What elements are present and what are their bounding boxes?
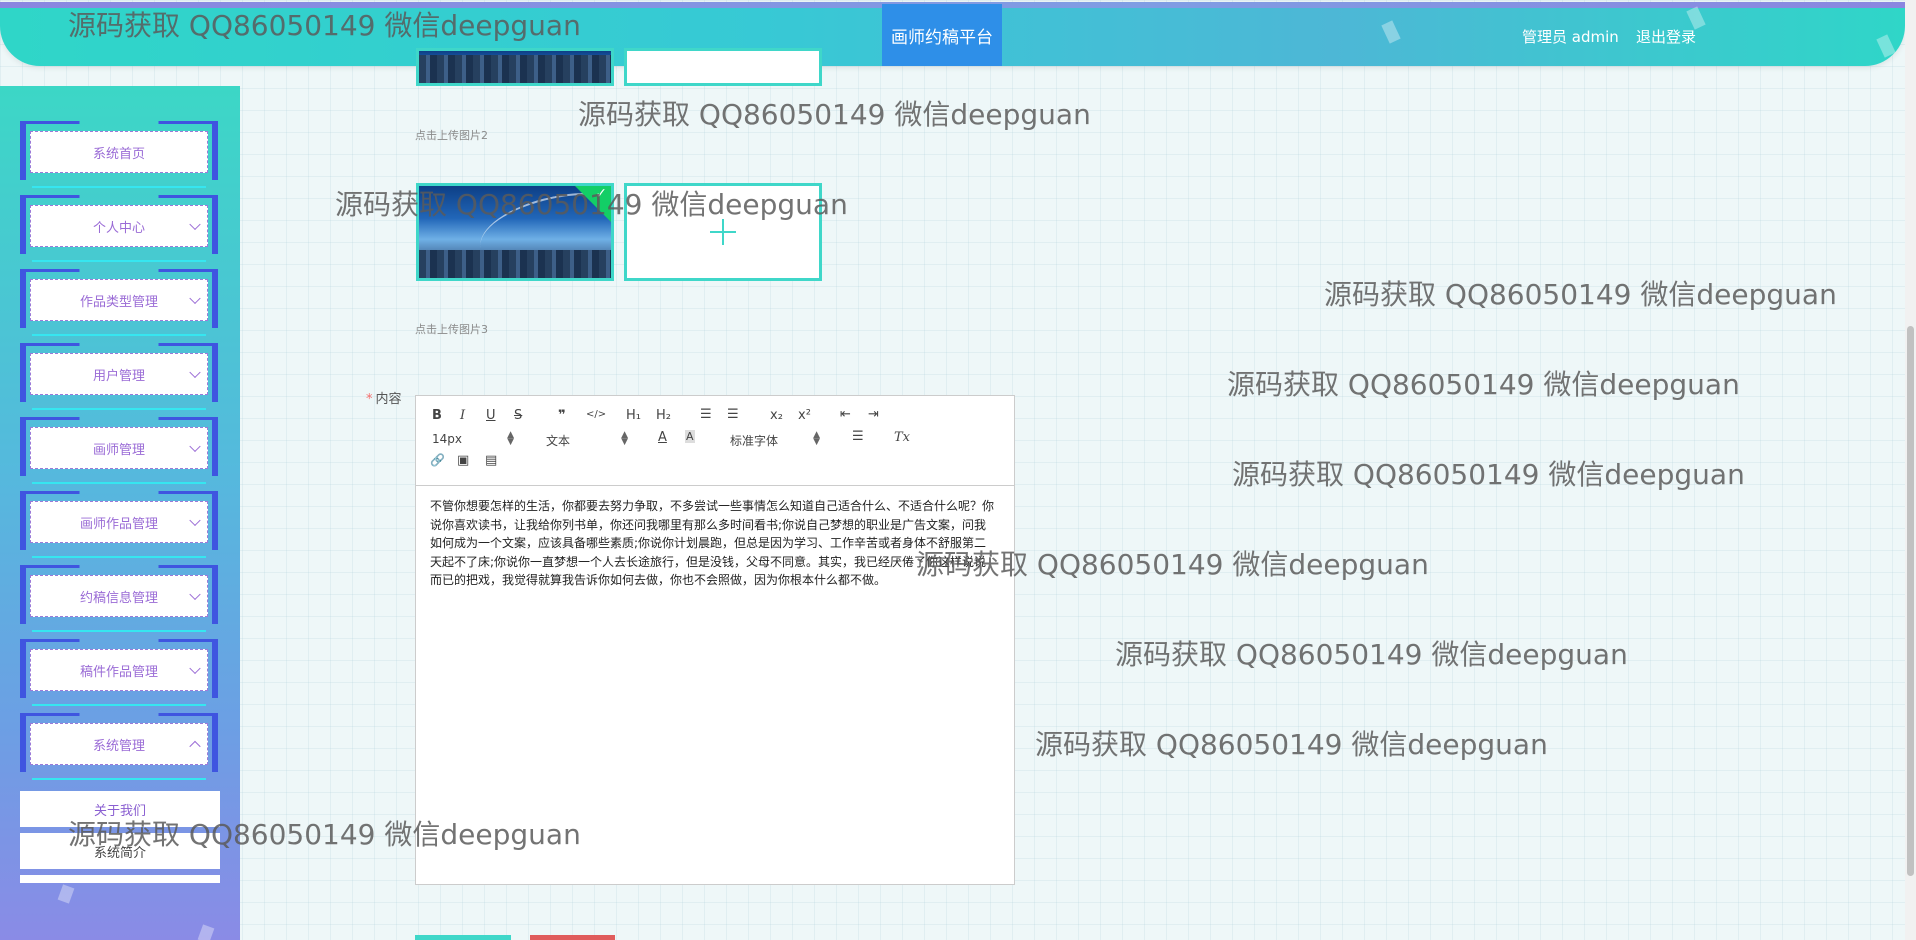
select-arrow-icon: ▲ ▼ [507,430,514,447]
editor-toolbar: B I U S ❞ </> H₁ H₂ ☰ ☰ x₂ x² ⇤ ⇥ 14px ▲… [416,396,1014,486]
upload-image-3-button[interactable] [624,183,822,281]
bullet-list-button[interactable]: ☰ [727,407,739,422]
submenu-item-about-us[interactable]: 关于我们 [20,791,220,827]
sidebar-item-personal-center[interactable]: 个人中心 [20,195,218,262]
select-arrow-icon: ▲ ▼ [621,430,628,447]
thumbnail-image-detail [419,55,611,83]
upload-image-2-hint: 点击上传图片2 [415,129,488,142]
upload-image-2-button[interactable] [624,48,822,86]
required-asterisk: * [366,392,373,407]
rich-text-editor: B I U S ❞ </> H₁ H₂ ☰ ☰ x₂ x² ⇤ ⇥ 14px ▲… [415,395,1015,885]
sidebar-decoration [197,924,215,940]
sidebar-item-painters[interactable]: 画师管理 [20,417,218,484]
chevron-down-icon [189,514,201,527]
watermark-text: 源码获取 QQ86050149 微信deepguan [1324,278,1837,311]
watermark-text: 源码获取 QQ86050149 微信deepguan [1035,728,1548,761]
outdent-button[interactable]: ⇤ [840,407,851,422]
submenu-item-label: 系统简介 [93,845,146,861]
submit-button[interactable] [415,935,511,940]
italic-button[interactable]: I [460,408,465,423]
background-color-button[interactable]: A [685,430,695,443]
sidebar-item-label: 个人中心 [92,220,145,236]
select-arrow-icon: ▲ ▼ [813,430,820,447]
chevron-down-icon [189,218,201,231]
align-button[interactable]: ☰ [852,429,864,444]
sidebar-item-label: 系统管理 [92,738,145,754]
thumbnail-image-detail [419,250,611,278]
sidebar-item-label: 稿件作品管理 [79,664,158,680]
chevron-down-icon [189,440,201,453]
indent-button[interactable]: ⇥ [868,407,879,422]
sidebar-item-label: 约稿信息管理 [79,590,158,606]
superscript-button[interactable]: x² [798,408,811,423]
video-icon[interactable]: ▤ [485,453,497,468]
sidebar-item-users[interactable]: 用户管理 [20,343,218,410]
watermark-text: 源码获取 QQ86050149 微信deepguan [1232,458,1745,491]
sidebar-item-home[interactable]: 系统首页 [20,121,218,188]
header-value: 文本 [546,434,571,448]
chevron-down-icon [189,662,201,675]
watermark-text: 源码获取 QQ86050149 微信deepguan [578,98,1091,131]
submenu-item-system-intro[interactable]: 系统简介 [20,833,220,869]
sidebar-item-manuscripts[interactable]: 稿件作品管理 [20,639,218,706]
sidebar-item-label: 系统首页 [92,146,145,162]
sidebar-decoration [57,884,75,904]
font-size-value: 14px [432,432,462,446]
editor-text-area[interactable]: 不管你想要怎样的生活，你都要去努力争取，不多尝试一些事情怎么知道自己适合什么、不… [430,497,995,590]
sidebar-item-label: 画师作品管理 [79,516,158,532]
sidebar-item-label: 画师管理 [92,442,145,458]
sidebar-item-system[interactable]: 系统管理 [20,713,218,780]
header-decoration [1876,34,1896,58]
header-select[interactable]: 文本 ▲ ▼ [546,430,628,449]
subscript-button[interactable]: x₂ [770,408,783,423]
watermark-text: 源码获取 QQ86050149 微信deepguan [1115,638,1628,671]
cancel-button[interactable] [530,935,615,940]
logout-link[interactable]: 退出登录 [1636,26,1696,47]
uploaded-image-3-thumbnail[interactable]: ✓ [416,183,614,281]
content-label-text: 内容 [375,392,402,407]
sidebar-item-label: 用户管理 [92,368,145,384]
app-title: 画师约稿平台 [882,4,1002,66]
ordered-list-button[interactable]: ☰ [700,407,712,422]
watermark-text: 源码获取 QQ86050149 微信deepguan [1227,368,1740,401]
bold-button[interactable]: B [432,408,442,423]
sidebar-item-work-types[interactable]: 作品类型管理 [20,269,218,336]
strikethrough-button[interactable]: S [514,408,522,423]
code-block-button[interactable]: </> [586,409,606,420]
header-decoration [1381,20,1401,44]
submenu-item-partial [20,875,220,883]
font-color-button[interactable]: A [658,430,667,445]
chevron-up-icon [189,740,201,753]
scrollbar-thumb[interactable] [1907,326,1914,876]
font-family-select[interactable]: 标准字体 ▲ ▼ [730,430,820,449]
uploaded-image-2-thumbnail[interactable] [416,48,614,86]
top-header: 画师约稿平台 管理员 admin 退出登录 [0,2,1905,66]
sidebar-item-painter-works[interactable]: 画师作品管理 [20,491,218,558]
heading-2-button[interactable]: H₂ [656,408,671,423]
sidebar-item-label: 作品类型管理 [79,294,158,310]
font-family-value: 标准字体 [730,434,779,448]
sidebar-item-commissions[interactable]: 约稿信息管理 [20,565,218,632]
font-size-select[interactable]: 14px ▲ ▼ [432,430,514,447]
underline-button[interactable]: U [486,408,496,423]
page-scrollbar[interactable] [1905,0,1916,940]
submenu-item-label: 关于我们 [93,803,146,819]
blockquote-button[interactable]: ❞ [558,408,566,423]
image-icon[interactable]: ▣ [457,453,469,468]
upload-image-3-hint: 点击上传图片3 [415,323,488,336]
heading-1-button[interactable]: H₁ [626,408,641,423]
clean-format-button[interactable]: Tx [894,430,910,445]
admin-user-label: 管理员 admin [1522,28,1619,46]
check-icon: ✓ [595,186,607,202]
chevron-down-icon [189,366,201,379]
chevron-down-icon [189,588,201,601]
link-icon[interactable]: 🔗 [430,453,445,467]
content-field-label: * 内容 [366,388,402,407]
chevron-down-icon [189,292,201,305]
